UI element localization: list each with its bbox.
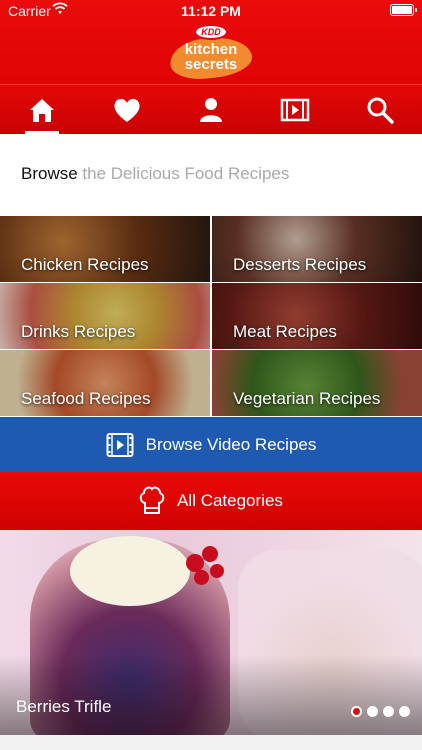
category-tile-desserts[interactable]: Desserts Recipes: [212, 216, 422, 282]
browse-suffix: the Delicious Food Recipes: [82, 164, 290, 183]
logo-line-2: secrets: [184, 56, 238, 73]
category-tile-chicken[interactable]: Chicken Recipes: [0, 216, 210, 282]
kdd-logo-badge: KDD: [194, 24, 228, 40]
tab-home[interactable]: [0, 85, 84, 134]
chef-hat-icon: [139, 486, 165, 514]
category-label: Drinks Recipes: [21, 322, 136, 341]
tab-search[interactable]: [338, 85, 422, 134]
tab-profile[interactable]: [169, 85, 253, 134]
status-bar: Carrier 11:12 PM: [0, 0, 422, 22]
carousel-page-indicator[interactable]: [346, 706, 410, 717]
bottom-strip: [0, 735, 422, 750]
browse-heading: Browse the Delicious Food Recipes: [0, 134, 422, 216]
film-icon: [106, 432, 134, 457]
page-dot-2[interactable]: [367, 706, 378, 717]
category-tile-seafood[interactable]: Seafood Recipes: [0, 350, 210, 416]
category-grid: Chicken Recipes Desserts Recipes Drinks …: [0, 216, 422, 417]
page-dot-4[interactable]: [399, 706, 410, 717]
user-icon: [200, 97, 223, 122]
category-tile-drinks[interactable]: Drinks Recipes: [0, 283, 210, 349]
all-categories-label: All Categories: [177, 491, 283, 510]
logo-line-1: kitchen: [184, 41, 238, 58]
featured-recipe-title: Berries Trifle: [16, 697, 112, 716]
browse-prefix: Browse: [21, 164, 78, 183]
page-dot-3[interactable]: [383, 706, 394, 717]
search-icon: [367, 97, 394, 124]
category-label: Chicken Recipes: [21, 255, 149, 274]
heart-icon: [114, 98, 140, 122]
main-tab-bar: [0, 84, 422, 134]
page-dot-1[interactable]: [351, 706, 362, 717]
film-icon: [281, 98, 310, 121]
all-categories-button[interactable]: All Categories: [0, 472, 422, 530]
browse-video-recipes-button[interactable]: Browse Video Recipes: [0, 417, 422, 472]
home-icon: [30, 98, 55, 122]
browse-video-label: Browse Video Recipes: [145, 434, 317, 454]
category-label: Meat Recipes: [233, 322, 337, 341]
category-label: Seafood Recipes: [21, 389, 151, 408]
tab-favorites[interactable]: [84, 85, 168, 134]
category-label: Vegetarian Recipes: [233, 389, 381, 408]
featured-recipe-carousel[interactable]: Berries Trifle: [0, 530, 422, 735]
tab-videos[interactable]: [253, 85, 337, 134]
category-label: Desserts Recipes: [233, 255, 367, 274]
category-tile-vegetarian[interactable]: Vegetarian Recipes: [212, 350, 422, 416]
category-tile-meat[interactable]: Meat Recipes: [212, 283, 422, 349]
app-header: Carrier 11:12 PM KDD kitchen secrets: [0, 0, 422, 84]
battery-icon: [390, 4, 417, 16]
kitchen-secrets-logo: KDD kitchen secrets: [166, 24, 256, 83]
clock: 11:12 PM: [181, 3, 241, 19]
